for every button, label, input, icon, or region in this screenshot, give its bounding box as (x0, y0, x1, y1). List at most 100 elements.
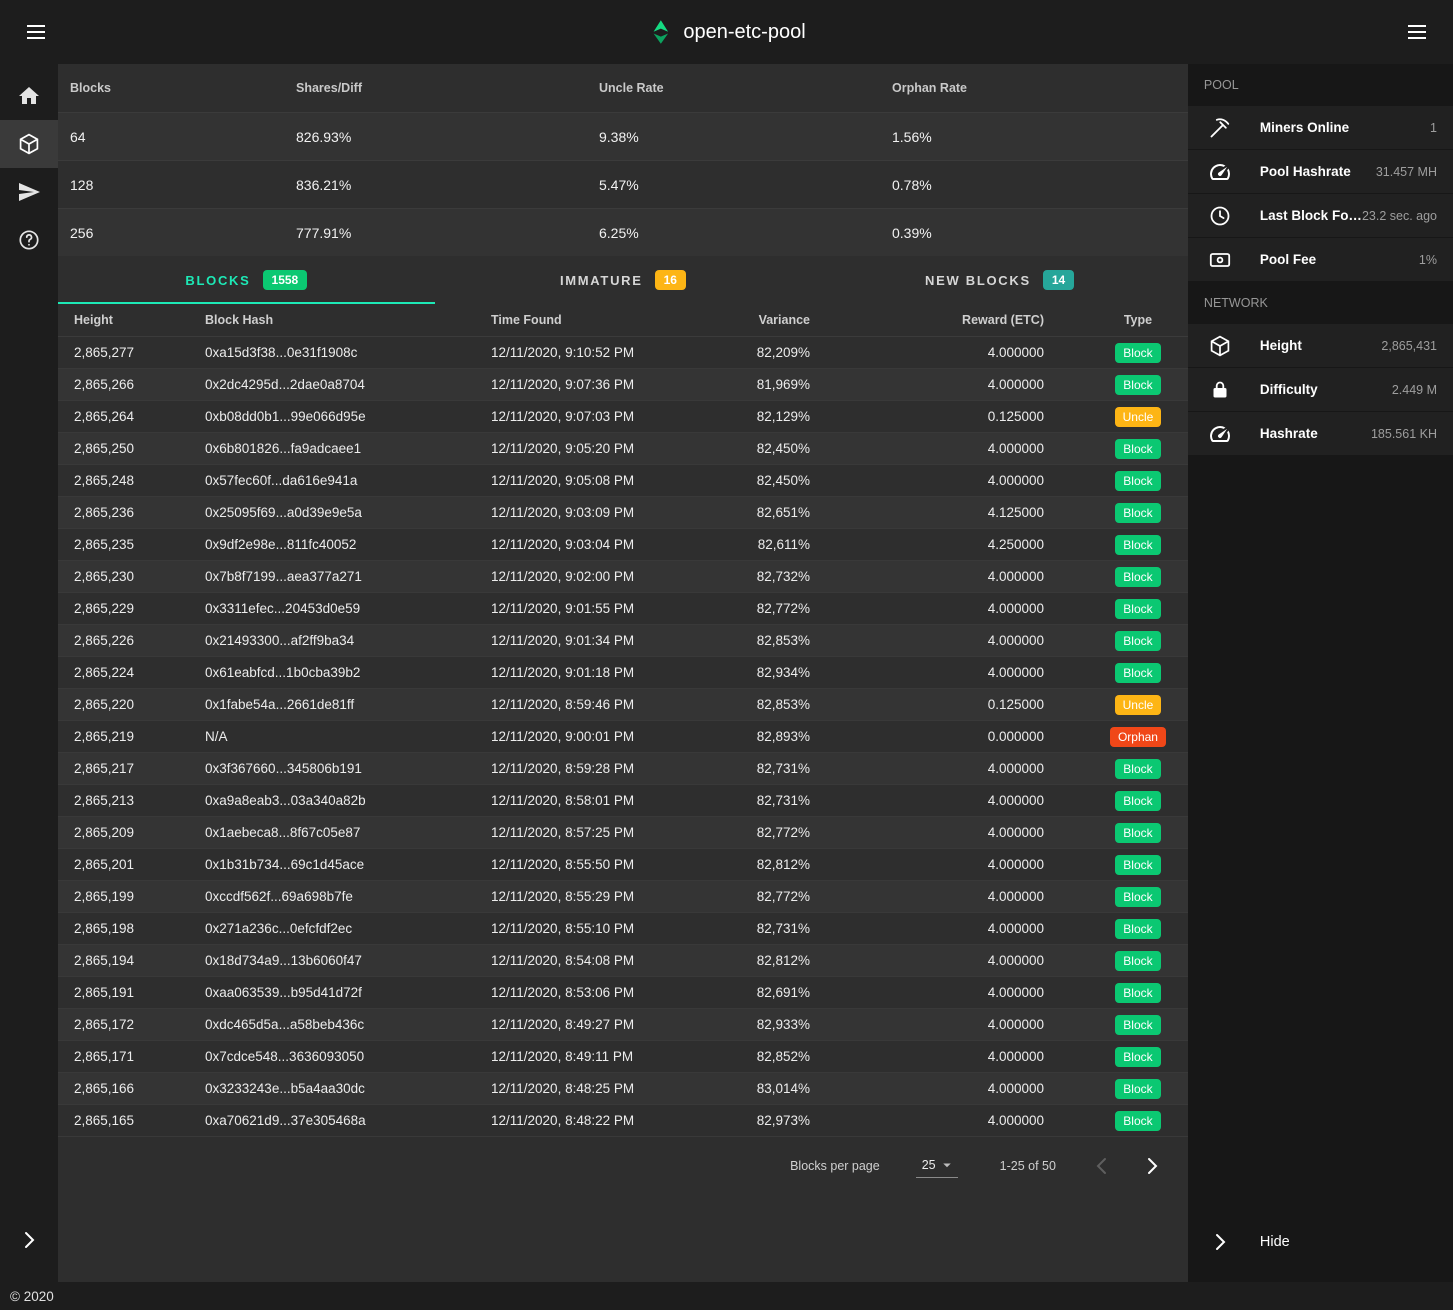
stat-pool-hashrate: Pool Hashrate 31.457 MH (1188, 150, 1453, 193)
cell-variance: 82,893% (691, 729, 810, 744)
cell-time-found: 12/11/2020, 8:54:08 PM (491, 953, 691, 968)
cell-reward: 4.000000 (810, 921, 1104, 936)
stat-label: Pool Fee (1260, 252, 1316, 267)
stat-value: 23.2 sec. ago (1362, 209, 1437, 223)
cell-time-found: 12/11/2020, 9:02:00 PM (491, 569, 691, 584)
cell-reward: 0.000000 (810, 729, 1104, 744)
stat-label: Pool Hashrate (1260, 164, 1351, 179)
cell-type: Block (1104, 887, 1172, 907)
cell-reward: 4.000000 (810, 441, 1104, 456)
blocks-col-header: Time Found (491, 313, 691, 327)
expand-rail-button[interactable] (0, 1216, 58, 1264)
clock-icon (1208, 204, 1232, 228)
stat-pool-fee: Pool Fee1% (1188, 238, 1453, 281)
chevron-right-icon (17, 1228, 41, 1252)
blocks-col-header: Variance (691, 313, 810, 327)
cell-height: 2,865,199 (74, 889, 205, 904)
cell-reward: 4.000000 (810, 985, 1104, 1000)
nav-blocks[interactable] (0, 120, 58, 168)
cell-variance: 82,611% (691, 537, 810, 552)
cell-block-hash: 0x1b31b734...69c1d45ace (205, 857, 491, 872)
nav-home[interactable] (0, 72, 58, 120)
stat-label: Last Block Fo… (1260, 208, 1362, 223)
cell-block-hash: 0x1fabe54a...2661de81ff (205, 697, 491, 712)
tab-new-blocks[interactable]: NEW BLOCKS14 (811, 256, 1188, 304)
cell-reward: 4.000000 (810, 761, 1104, 776)
menu-button[interactable] (16, 12, 56, 52)
cell-time-found: 12/11/2020, 8:49:27 PM (491, 1017, 691, 1032)
cell-time-found: 12/11/2020, 9:03:04 PM (491, 537, 691, 552)
right-menu-button[interactable] (1397, 12, 1437, 52)
cell-type: Block (1104, 823, 1172, 843)
cell-reward: 4.000000 (810, 1081, 1104, 1096)
type-chip: Block (1115, 375, 1160, 395)
table-row: 2,865,1990xccdf562f...69a698b7fe12/11/20… (58, 881, 1188, 913)
cell-block-hash: 0x3233243e...b5a4aa30dc (205, 1081, 491, 1096)
type-chip: Block (1115, 503, 1160, 523)
tab-immature[interactable]: IMMATURE16 (435, 256, 812, 304)
cell-time-found: 12/11/2020, 9:05:08 PM (491, 473, 691, 488)
cell-type: Block (1104, 951, 1172, 971)
stat-height: Height2,865,431 (1188, 324, 1453, 367)
cell-variance: 82,772% (691, 825, 810, 840)
type-chip: Block (1115, 951, 1160, 971)
cell-reward: 4.000000 (810, 889, 1104, 904)
hide-drawer-button[interactable]: Hide (1188, 1218, 1453, 1266)
cell-block-hash: 0xaa063539...b95d41d72f (205, 985, 491, 1000)
cell-variance: 82,853% (691, 697, 810, 712)
type-chip: Block (1115, 663, 1160, 683)
app-title: open-etc-pool (683, 21, 805, 44)
type-chip: Block (1115, 471, 1160, 491)
table-row: 2,865,2350x9df2e98e...811fc4005212/11/20… (58, 529, 1188, 561)
cell-type: Block (1104, 631, 1172, 651)
etc-logo-icon (647, 19, 673, 45)
cell-height: 2,865,198 (74, 921, 205, 936)
table-row: 2,865,2130xa9a8eab3...03a340a82b12/11/20… (58, 785, 1188, 817)
nav-payments[interactable] (0, 168, 58, 216)
cell-block-hash: 0x1aebeca8...8f67c05e87 (205, 825, 491, 840)
previous-page-button[interactable] (1082, 1146, 1122, 1186)
cell-reward: 4.000000 (810, 825, 1104, 840)
cell-variance: 82,812% (691, 953, 810, 968)
cell-block-hash: 0x7cdce548...3636093050 (205, 1049, 491, 1064)
nav-help[interactable] (0, 216, 58, 264)
cell-time-found: 12/11/2020, 9:01:55 PM (491, 601, 691, 616)
type-chip: Block (1115, 1015, 1160, 1035)
type-chip: Block (1115, 1047, 1160, 1067)
per-page-select[interactable]: 25 (916, 1154, 958, 1178)
type-chip: Block (1115, 823, 1160, 843)
type-chip: Block (1115, 599, 1160, 619)
cell-height: 2,865,217 (74, 761, 205, 776)
tab-blocks[interactable]: BLOCKS1558 (58, 256, 435, 304)
cell-block-hash: 0xdc465d5a...a58beb436c (205, 1017, 491, 1032)
cell-variance: 81,969% (691, 377, 810, 392)
stats-header: BlocksShares/DiffUncle RateOrphan Rate (58, 64, 1188, 112)
hamburger-icon (1405, 20, 1429, 44)
cell-type: Uncle (1104, 695, 1172, 715)
stat-label: Miners Online (1260, 120, 1349, 135)
hamburger-icon (24, 20, 48, 44)
cell-time-found: 12/11/2020, 9:01:34 PM (491, 633, 691, 648)
home-icon (17, 84, 41, 108)
next-page-button[interactable] (1132, 1146, 1172, 1186)
table-row: 2,865,219N/A12/11/2020, 9:00:01 PM82,893… (58, 721, 1188, 753)
tab-label: BLOCKS (185, 273, 250, 288)
cell-block-hash: 0xa9a8eab3...03a340a82b (205, 793, 491, 808)
stats-cell: 826.93% (296, 129, 599, 145)
cube-icon (1208, 334, 1232, 358)
stat-value: 2,865,431 (1381, 339, 1437, 353)
table-row: 2,865,2660x2dc4295d...2dae0a870412/11/20… (58, 369, 1188, 401)
stats-cell: 0.39% (892, 225, 1176, 241)
table-row: 2,865,1910xaa063539...b95d41d72f12/11/20… (58, 977, 1188, 1009)
per-page-label: Blocks per page (790, 1159, 880, 1173)
cell-time-found: 12/11/2020, 8:59:28 PM (491, 761, 691, 776)
cell-type: Block (1104, 759, 1172, 779)
table-row: 2,865,1650xa70621d9...37e305468a12/11/20… (58, 1105, 1188, 1137)
blocks-col-header: Block Hash (205, 313, 491, 327)
stat-value: 31.457 MH (1376, 165, 1437, 179)
cell-reward: 4.000000 (810, 377, 1104, 392)
stat-difficulty: Difficulty2.449 M (1188, 368, 1453, 411)
type-chip: Block (1115, 919, 1160, 939)
cell-reward: 4.250000 (810, 537, 1104, 552)
table-row: 2,865,2090x1aebeca8...8f67c05e8712/11/20… (58, 817, 1188, 849)
